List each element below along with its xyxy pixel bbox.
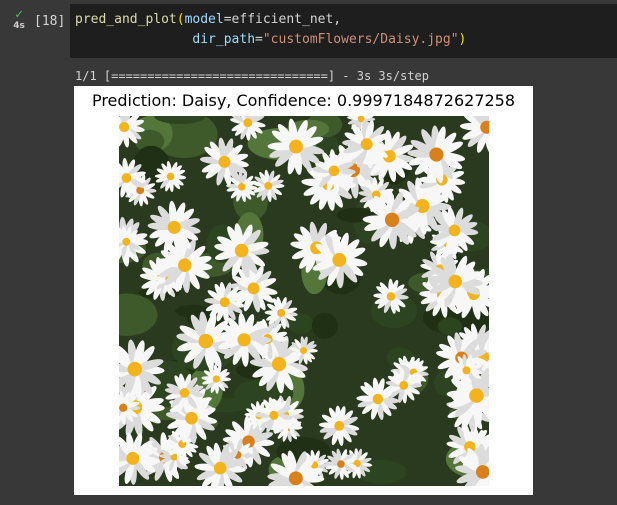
execution-time: 4s bbox=[13, 21, 25, 31]
equals-sign-2: = bbox=[255, 32, 263, 47]
param-model: model bbox=[184, 12, 224, 27]
equals-sign: = bbox=[223, 12, 232, 27]
model-value: efficient_net, bbox=[231, 12, 342, 27]
cell-status[interactable]: ✓ 4s bbox=[8, 8, 30, 31]
path-string: "customFlowers/Daisy.jpg" bbox=[262, 32, 459, 47]
figure-title: Prediction: Daisy, Confidence: 0.9997184… bbox=[91, 91, 516, 110]
execution-count: [18] bbox=[34, 14, 66, 29]
output-figure: Prediction: Daisy, Confidence: 0.9997184… bbox=[74, 86, 533, 495]
function-name: pred_and_plot bbox=[75, 12, 177, 27]
close-paren: ) bbox=[458, 32, 467, 47]
progress-output: 1/1 [==============================] - 3… bbox=[75, 69, 430, 83]
notebook-cell: ✓ 4s [18] pred_and_plot(model=efficient_… bbox=[0, 0, 617, 505]
daisy-photo bbox=[119, 116, 489, 486]
code-editor[interactable]: pred_and_plot(model=efficient_net, dir_p… bbox=[70, 4, 617, 58]
param-dir-path: dir_path bbox=[192, 32, 256, 47]
check-icon: ✓ bbox=[15, 7, 23, 22]
code-line-2: dir_path="customFlowers/Daisy.jpg") bbox=[75, 30, 466, 50]
daisy-image-svg bbox=[119, 116, 489, 486]
code-line-1: pred_and_plot(model=efficient_net, bbox=[75, 10, 341, 30]
open-paren: ( bbox=[176, 12, 185, 27]
